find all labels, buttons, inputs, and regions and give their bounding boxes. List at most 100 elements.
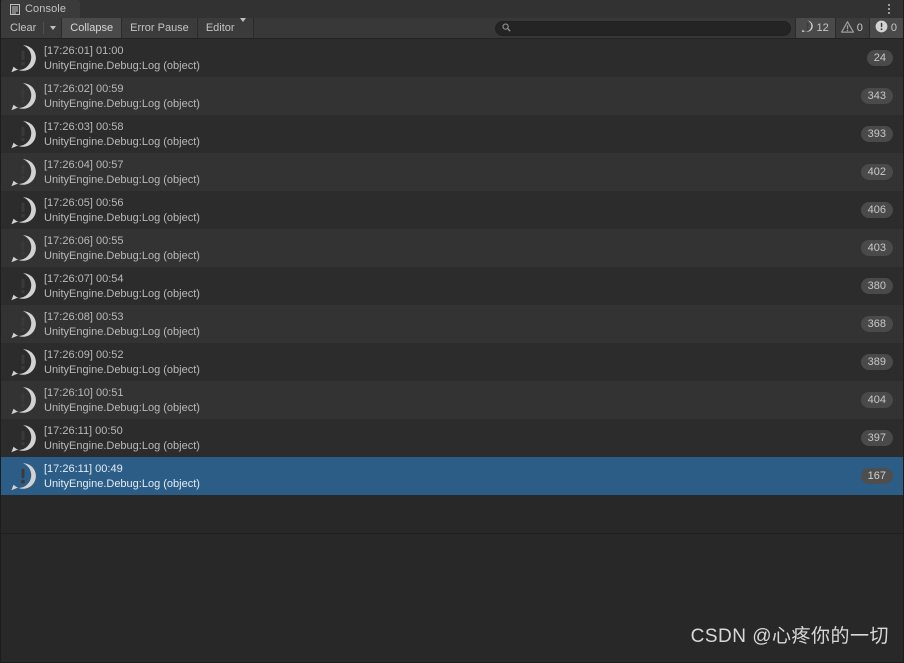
log-entry-message: [17:26:11] 00:50	[44, 424, 123, 437]
log-count-toggle[interactable]: 12	[794, 18, 835, 38]
log-entry-text: [17:26:09] 00:52 UnityEngine.Debug:Log (o…	[44, 348, 861, 377]
error-pause-button-label: Error Pause	[130, 21, 189, 34]
warning-count-toggle[interactable]: 0	[834, 18, 869, 38]
clear-button[interactable]: Clear	[1, 18, 63, 38]
log-entry-row[interactable]: [17:26:03] 00:58 UnityEngine.Debug:Log (o…	[1, 115, 903, 153]
console-window: Console Clear Collapse Error Pause Edito…	[0, 0, 904, 663]
log-entry-message: [17:26:09] 00:52	[44, 348, 124, 361]
log-entry-stacktrace: UnityEngine.Debug:Log (object)	[44, 135, 200, 148]
log-entry-text: [17:26:01] 01:00 UnityEngine.Debug:Log (o…	[44, 44, 867, 73]
log-entry-stacktrace: UnityEngine.Debug:Log (object)	[44, 363, 200, 376]
log-entry-collapse-count: 380	[860, 278, 893, 294]
log-entry-message: [17:26:08] 00:53	[44, 310, 124, 323]
detail-pane[interactable]: CSDN @心疼你的一切	[1, 534, 903, 662]
console-toolbar: Clear Collapse Error Pause Editor 12 0 0	[1, 17, 903, 39]
error-icon	[875, 20, 888, 36]
log-entry-stacktrace: UnityEngine.Debug:Log (object)	[44, 439, 200, 452]
log-entry-row[interactable]: [17:26:08] 00:53 UnityEngine.Debug:Log (o…	[1, 305, 903, 343]
error-count-toggle[interactable]: 0	[868, 18, 903, 38]
log-entry-text: [17:26:04] 00:57 UnityEngine.Debug:Log (o…	[44, 158, 861, 187]
tab-console[interactable]: Console	[1, 0, 81, 18]
detail-pane-top	[1, 495, 903, 534]
chevron-down-icon	[239, 17, 246, 34]
log-entry-collapse-count: 404	[860, 392, 893, 408]
log-entry-text: [17:26:05] 00:56 UnityEngine.Debug:Log (o…	[44, 196, 861, 225]
log-entry-message: [17:26:07] 00:54	[44, 272, 124, 285]
search-icon	[502, 19, 511, 37]
log-entry-text: [17:26:08] 00:53 UnityEngine.Debug:Log (o…	[44, 310, 861, 339]
collapse-button[interactable]: Collapse	[62, 18, 123, 38]
log-entry-stacktrace: UnityEngine.Debug:Log (object)	[44, 249, 200, 262]
log-entry-collapse-count: 406	[860, 202, 893, 218]
message-counters: 12 0 0	[794, 18, 903, 38]
log-entry-row[interactable]: [17:26:10] 00:51 UnityEngine.Debug:Log (o…	[1, 381, 903, 419]
clear-button-label: Clear	[10, 21, 37, 34]
log-entry-row[interactable]: [17:26:07] 00:54 UnityEngine.Debug:Log (o…	[1, 267, 903, 305]
log-entry-stacktrace: UnityEngine.Debug:Log (object)	[44, 59, 200, 72]
search-box[interactable]	[494, 19, 791, 37]
log-entry-stacktrace: UnityEngine.Debug:Log (object)	[44, 287, 200, 300]
console-log-list[interactable]: [17:26:01] 01:00 UnityEngine.Debug:Log (o…	[1, 39, 903, 495]
watermark: CSDN @心疼你的一切	[690, 626, 889, 647]
log-entry-row[interactable]: [17:26:02] 00:59 UnityEngine.Debug:Log (o…	[1, 77, 903, 115]
log-entry-text: [17:26:06] 00:55 UnityEngine.Debug:Log (o…	[44, 234, 861, 263]
editor-dropdown[interactable]: Editor	[197, 17, 254, 38]
log-entry-row[interactable]: [17:26:01] 01:00 UnityEngine.Debug:Log (o…	[1, 39, 903, 77]
log-entry-row[interactable]: [17:26:09] 00:52 UnityEngine.Debug:Log (o…	[1, 343, 903, 381]
log-entry-text: [17:26:02] 00:59 UnityEngine.Debug:Log (o…	[44, 82, 861, 111]
log-entry-text: [17:26:10] 00:51 UnityEngine.Debug:Log (o…	[44, 386, 861, 415]
log-entry-stacktrace: UnityEngine.Debug:Log (object)	[44, 325, 200, 338]
log-entry-collapse-count: 403	[860, 240, 893, 256]
log-entry-collapse-count: 343	[860, 88, 893, 104]
chevron-down-icon[interactable]	[44, 18, 61, 38]
log-entry-collapse-count: 167	[860, 468, 893, 484]
log-entry-message: [17:26:10] 00:51	[44, 386, 124, 399]
log-entry-message: [17:26:05] 00:56	[44, 196, 124, 209]
log-icon	[8, 271, 38, 301]
log-entry-row[interactable]: [17:26:04] 00:57 UnityEngine.Debug:Log (o…	[1, 153, 903, 191]
search-input[interactable]	[514, 22, 784, 34]
log-entry-row[interactable]: [17:26:06] 00:55 UnityEngine.Debug:Log (o…	[1, 229, 903, 267]
log-entry-collapse-count: 393	[860, 126, 893, 142]
collapse-button-label: Collapse	[70, 21, 114, 34]
log-entry-message: [17:26:01] 01:00	[44, 44, 124, 57]
log-icon	[8, 43, 38, 73]
warning-icon	[840, 20, 854, 36]
warning-count-value: 0	[856, 21, 863, 34]
log-entry-collapse-count: 389	[860, 354, 893, 370]
log-icon	[8, 195, 38, 225]
log-icon	[8, 81, 38, 111]
toolbar-spacer	[253, 18, 491, 38]
log-icon	[8, 309, 38, 339]
log-entry-row[interactable]: [17:26:11] 00:49 UnityEngine.Debug:Log (o…	[1, 457, 903, 495]
log-entry-text: [17:26:03] 00:58 UnityEngine.Debug:Log (o…	[44, 120, 861, 149]
log-entry-collapse-count: 402	[860, 164, 893, 180]
log-entry-message: [17:26:04] 00:57	[44, 158, 124, 171]
log-entry-collapse-count: 368	[860, 316, 893, 332]
log-entry-message: [17:26:06] 00:55	[44, 234, 124, 247]
log-icon	[8, 423, 38, 453]
search-container	[490, 18, 795, 38]
log-entry-stacktrace: UnityEngine.Debug:Log (object)	[44, 97, 200, 110]
log-entry-stacktrace: UnityEngine.Debug:Log (object)	[44, 211, 200, 224]
log-entry-collapse-count: 24	[866, 50, 893, 66]
log-icon	[8, 157, 38, 187]
log-icon	[8, 119, 38, 149]
log-icon	[8, 461, 38, 491]
log-entry-collapse-count: 397	[860, 430, 893, 446]
log-icon	[8, 347, 38, 377]
log-icon	[8, 233, 38, 263]
kebab-menu-icon[interactable]	[881, 0, 903, 18]
log-entry-row[interactable]: [17:26:05] 00:56 UnityEngine.Debug:Log (o…	[1, 191, 903, 229]
console-icon	[10, 3, 20, 15]
error-pause-button[interactable]: Error Pause	[122, 18, 198, 38]
log-count-value: 12	[816, 21, 829, 34]
tab-bar: Console	[1, 0, 903, 18]
error-count-value: 0	[890, 21, 897, 34]
log-entry-message: [17:26:11] 00:49	[44, 462, 123, 475]
log-entry-message: [17:26:02] 00:59	[44, 82, 124, 95]
log-entry-text: [17:26:11] 00:49 UnityEngine.Debug:Log (o…	[44, 462, 861, 491]
log-entry-text: [17:26:07] 00:54 UnityEngine.Debug:Log (o…	[44, 272, 861, 301]
log-entry-row[interactable]: [17:26:11] 00:50 UnityEngine.Debug:Log (o…	[1, 419, 903, 457]
log-entry-stacktrace: UnityEngine.Debug:Log (object)	[44, 173, 200, 186]
